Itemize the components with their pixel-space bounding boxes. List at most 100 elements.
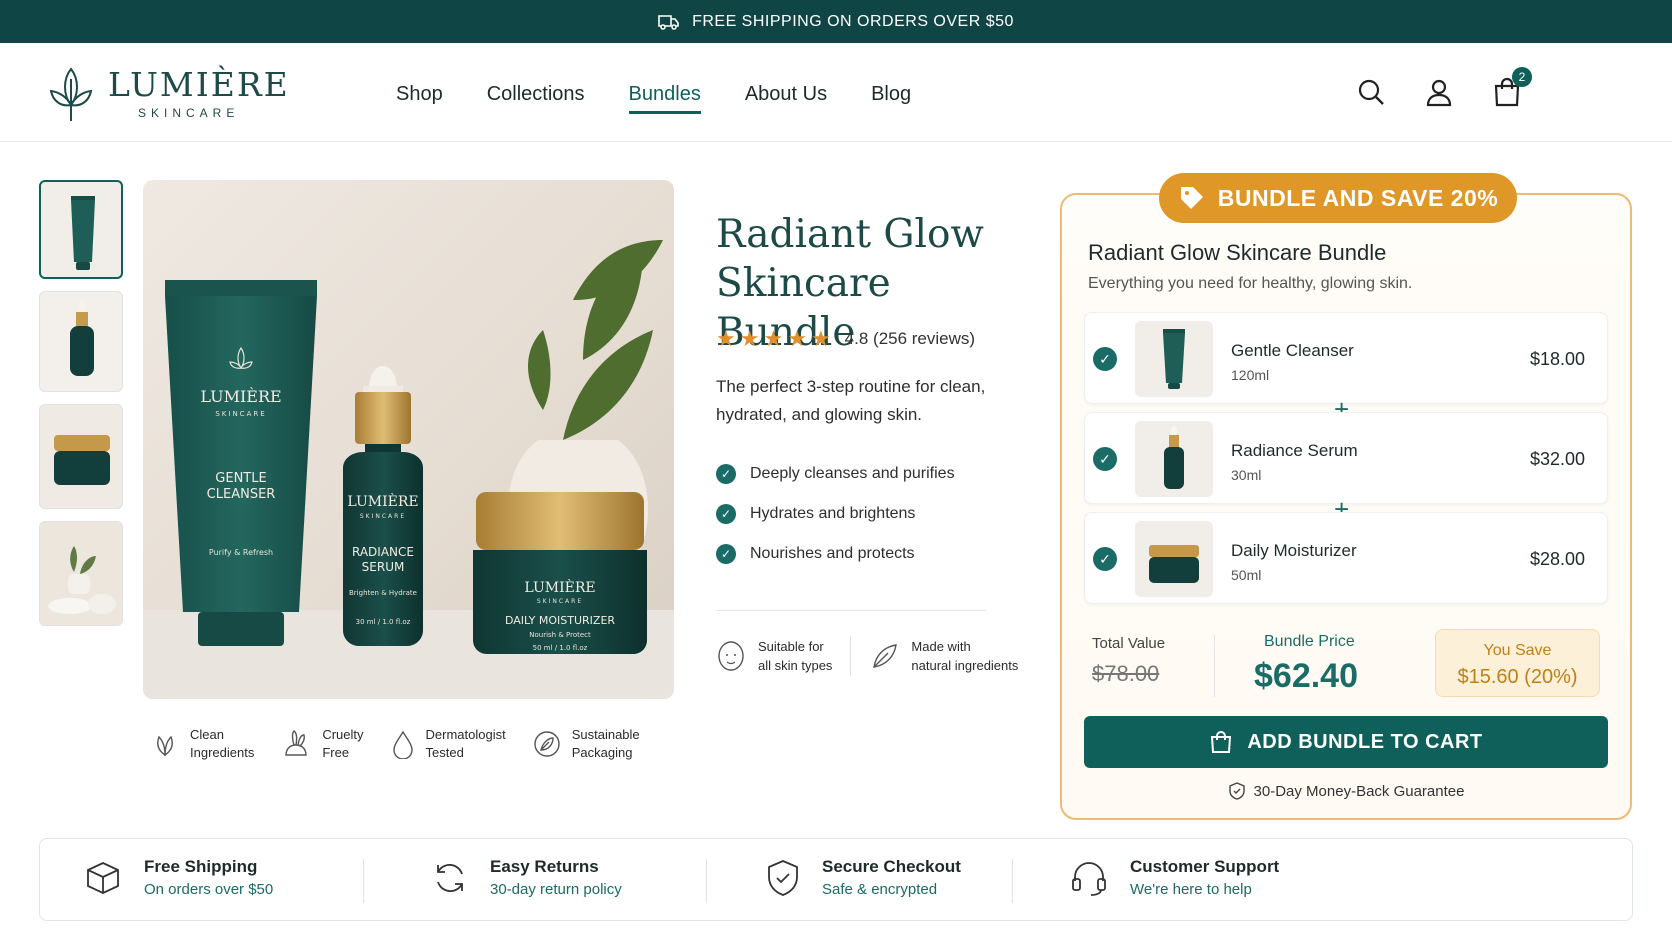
serum-brand-text: LUMIÈRE — [347, 492, 418, 510]
refresh-icon — [437, 863, 463, 892]
bundle-price-amount: $62.40 — [1254, 657, 1358, 695]
badge-dermatologist-tested: Dermatologist Tested — [390, 726, 506, 762]
add-bundle-to-cart-button[interactable]: ADD BUNDLE TO CART — [1084, 716, 1608, 768]
announcement-bar: FREE SHIPPING ON ORDERS OVER $50 — [0, 0, 1672, 43]
badge-sustainable-packaging: Sustainable Packaging — [532, 726, 640, 762]
product-hero-image: LUMIÈRE SKINCARE GENTLE CLEANSER Purify … — [143, 180, 674, 699]
eco-leaf-icon — [534, 731, 560, 757]
gallery-thumbnails — [39, 180, 123, 626]
service-customer-support: Customer Support We're here to help — [1070, 857, 1279, 898]
serum-volume: 30 ml / 1.0 fl.oz — [356, 618, 411, 626]
bundle-title: Radiant Glow Skincare Bundle — [1088, 240, 1387, 265]
serum-thumbnail — [1135, 421, 1213, 497]
tag-icon — [1180, 187, 1203, 209]
service-features-bar: Free Shipping On orders over $50 Easy Ret… — [39, 838, 1633, 921]
tube-label-line1: GENTLE — [215, 471, 266, 486]
nav-shop[interactable]: Shop — [396, 83, 443, 114]
total-value-amount: $78.00 — [1092, 661, 1160, 686]
star-icon: ★ — [810, 326, 831, 351]
brand-logo[interactable]: LUMIÈRE SKINCARE — [48, 65, 290, 123]
product-description: The perfect 3-step routine for clean, hy… — [716, 377, 986, 424]
tube-tagline: Purify & Refresh — [209, 548, 273, 557]
rabbit-icon — [285, 730, 308, 756]
shopping-bag-icon — [1211, 731, 1232, 753]
nav-about-us[interactable]: About Us — [745, 83, 827, 114]
brand-name: LUMIÈRE — [108, 65, 290, 104]
moisturizer-thumbnail — [1135, 521, 1213, 597]
cart-count-badge: 2 — [1512, 67, 1532, 87]
tube-label-line2: CLEANSER — [207, 487, 276, 502]
jar-volume: 50 ml / 1.0 fl.oz — [533, 644, 588, 652]
check-circle-icon: ✓ — [716, 464, 736, 484]
extra-skin-types: Suitable for all skin types — [716, 636, 832, 676]
leaf-logo-icon — [49, 67, 93, 121]
badge-cruelty-free: Cruelty Free — [280, 726, 364, 762]
tube-brand-sub: SKINCARE — [215, 410, 266, 418]
search-button[interactable] — [1356, 77, 1386, 107]
announcement-text: FREE SHIPPING ON ORDERS OVER $50 — [692, 12, 1014, 30]
tube-brand-text: LUMIÈRE — [200, 386, 281, 406]
truck-icon — [658, 14, 679, 30]
thumbnail-moisturizer[interactable] — [39, 404, 123, 509]
headset-icon — [1072, 861, 1106, 896]
rating-text: 4.8 (256 reviews) — [844, 329, 976, 348]
product-extras: Suitable for all skin types Made with natu… — [716, 636, 1018, 676]
total-value-label: Total Value — [1092, 635, 1166, 652]
nav-blog[interactable]: Blog — [871, 83, 911, 114]
feature-item: ✓ Hydrates and brightens — [716, 504, 955, 524]
header-actions: 2 — [1356, 67, 1532, 107]
account-button[interactable] — [1424, 77, 1454, 107]
face-icon — [718, 641, 744, 671]
service-secure-checkout: Secure Checkout Safe & encrypted — [766, 857, 961, 898]
feature-item: ✓ Nourishes and protects — [716, 544, 955, 564]
check-circle-icon: ✓ — [716, 544, 736, 564]
thumbnail-serum[interactable] — [39, 291, 123, 392]
item-checkbox[interactable]: ✓ — [1093, 547, 1117, 571]
jar-brand-sub: SKINCARE — [537, 598, 583, 605]
main-nav: Shop Collections Bundles About Us Blog — [396, 83, 911, 114]
box-icon — [87, 861, 119, 894]
shield-icon — [768, 859, 798, 896]
info-divider — [716, 610, 986, 611]
bundle-price-label: Bundle Price — [1264, 633, 1355, 650]
jar-brand-text: LUMIÈRE — [524, 578, 595, 596]
star-icon: ★ — [787, 326, 807, 351]
badge-clean-ingredients: Clean Ingredients — [150, 726, 254, 762]
bundle-item-cleanser: ✓ Gentle Cleanser 120ml $18.00 — [1084, 312, 1608, 404]
you-save-box: You Save $15.60 (20%) — [1435, 629, 1600, 697]
item-checkbox[interactable]: ✓ — [1093, 347, 1117, 371]
product-rating[interactable]: ★ ★ ★ ★ ★ 4.8 (256 reviews) — [716, 328, 975, 350]
star-icon: ★ — [763, 326, 784, 351]
feature-list: ✓ Deeply cleanses and purifies ✓ Hydrates … — [716, 464, 955, 564]
brand-sub: SKINCARE — [138, 106, 240, 120]
search-icon — [1358, 79, 1384, 105]
thumbnail-cleanser[interactable] — [39, 180, 123, 279]
serum-label-line2: SERUM — [362, 560, 405, 574]
feature-item: ✓ Deeply cleanses and purifies — [716, 464, 955, 484]
thumbnail-lifestyle[interactable] — [39, 521, 123, 626]
serum-label-line1: RADIANCE — [352, 545, 414, 559]
bundle-item-serum: ✓ Radiance Serum 30ml $32.00 — [1084, 412, 1608, 504]
cleanser-thumbnail — [1135, 321, 1213, 397]
star-icon: ★ — [716, 326, 736, 351]
item-checkbox[interactable]: ✓ — [1093, 447, 1117, 471]
drop-icon — [392, 730, 413, 759]
site-header: LUMIÈRE SKINCARE Shop Collections Bundle… — [0, 43, 1672, 142]
money-back-guarantee: 30-Day Money-Back Guarantee — [1084, 782, 1608, 800]
nav-bundles[interactable]: Bundles — [628, 83, 702, 114]
nav-collections[interactable]: Collections — [487, 83, 585, 114]
service-easy-returns: Easy Returns 30-day return policy — [432, 857, 622, 898]
jar-tagline: Nourish & Protect — [529, 631, 591, 639]
extra-natural-ingredients: Made with natural ingredients — [869, 636, 1018, 676]
check-circle-icon: ✓ — [716, 504, 736, 524]
cart-button[interactable]: 2 — [1492, 67, 1532, 107]
serum-brand-sub: SKINCARE — [360, 513, 406, 520]
leaf-icon — [157, 735, 173, 757]
serum-tagline: Brighten & Hydrate — [349, 589, 417, 597]
shield-check-icon — [1228, 782, 1245, 800]
product-badges: Clean Ingredients Cruelty Free Dermatologi… — [150, 726, 640, 762]
bundle-totals: Total Value $78.00 Bundle Price $62.40 Y… — [1084, 625, 1608, 703]
star-icon: ★ — [739, 326, 760, 351]
bundle-item-moisturizer: ✓ Daily Moisturizer 50ml $28.00 — [1084, 512, 1608, 604]
leaf-icon — [873, 644, 898, 668]
